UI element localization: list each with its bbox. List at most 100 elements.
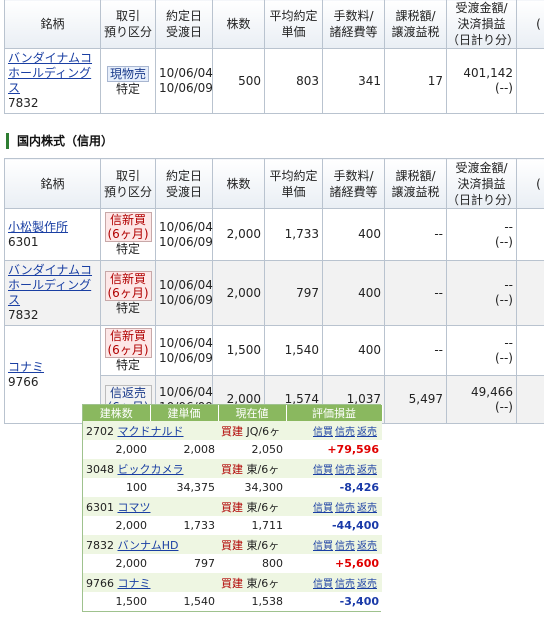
cash-tax: 17 <box>384 48 447 114</box>
margin-buy-link[interactable]: 信買 <box>313 503 333 514</box>
positions-popup: 建株数 建単価 現在値 評価損益 2702 マクドナルド 買建 JQ/6ヶ 信買 信売… <box>82 404 383 612</box>
position-code: 7832 <box>86 538 114 552</box>
margin-date-cell: 10/06/0410/06/09 <box>155 260 213 326</box>
margin-qty: 2,000 <box>212 208 265 261</box>
header-date: 約定日 受渡日 <box>155 0 213 49</box>
margin-extra <box>516 208 544 261</box>
position-action-cell: 買建 東/6ヶ <box>218 459 286 478</box>
position-stock-link[interactable]: マクドナルド <box>118 425 184 438</box>
stock-code: 7832 <box>8 96 39 110</box>
margin-tax: 5,497 <box>384 375 447 424</box>
cash-type-cell: 現物売 特定 <box>100 48 156 114</box>
position-qty: 2,000 <box>83 554 150 573</box>
position-cost: 797 <box>150 554 218 573</box>
position-current: 1,538 <box>218 592 286 611</box>
trade-type-badge: 信新買 (6ヶ月) <box>104 212 152 242</box>
cash-name-cell: バンダイナムコ ホールディングス 7832 <box>4 48 101 114</box>
position-pl: -8,426 <box>286 478 382 497</box>
header-kind: 取引 預り区分 <box>100 0 156 49</box>
position-ops-cell: 信買 信売 返売 <box>286 421 382 440</box>
position-name-row: 6301 コマツ 買建 東/6ヶ 信買 信売 返売 <box>83 497 382 516</box>
margin-tax: -- <box>384 260 447 326</box>
position-stock-link[interactable]: コナミ <box>118 577 151 590</box>
close-sell-link[interactable]: 返売 <box>357 427 377 438</box>
position-qty: 2,000 <box>83 440 150 459</box>
position-market: 東/6ヶ <box>246 576 280 590</box>
margin-tax: -- <box>384 325 447 376</box>
position-pl: -44,400 <box>286 516 382 535</box>
position-current: 1,711 <box>218 516 286 535</box>
margin-sell-link[interactable]: 信売 <box>335 427 355 438</box>
margin-type-cell: 信新買 (6ヶ月) 特定 <box>100 325 156 376</box>
positions-header-pl: 評価損益 <box>286 405 383 421</box>
margin-qty: 1,500 <box>212 325 265 376</box>
position-action: 買建 <box>221 538 243 552</box>
cash-header-row: 銘柄 取引 預り区分 約定日 受渡日 株数 平均約定 単価 手数料/諸経費等 課税額/… <box>4 0 544 49</box>
margin-sell-link[interactable]: 信売 <box>335 541 355 552</box>
position-name-row: 9766 コナミ 買建 東/6ヶ 信買 信売 返売 <box>83 573 382 592</box>
stock-link[interactable]: コナミ <box>8 360 97 375</box>
cash-fee: 341 <box>322 48 385 114</box>
margin-sell-link[interactable]: 信売 <box>335 503 355 514</box>
header-tax: 課税額/譲渡益税 <box>384 158 447 209</box>
header-extra: ( <box>516 0 544 49</box>
margin-row: バンダイナムコ ホールディングス 7832 信新買 (6ヶ月) 特定 10/06/… <box>4 260 544 326</box>
position-current: 2,050 <box>218 440 286 459</box>
stock-link[interactable]: ホールディングス <box>8 278 97 308</box>
position-name-cell: 3048 ビックカメラ <box>83 459 218 478</box>
close-sell-link[interactable]: 返売 <box>357 503 377 514</box>
cash-trades-table: 銘柄 取引 預り区分 約定日 受渡日 株数 平均約定 単価 手数料/諸経費等 課税額/… <box>4 0 544 114</box>
position-code: 6301 <box>86 500 114 514</box>
position-action: 買建 <box>221 576 243 590</box>
margin-fee: 400 <box>322 325 385 376</box>
position-qty: 100 <box>83 478 150 497</box>
stock-link[interactable]: 小松製作所 <box>8 220 97 235</box>
position-qty: 2,000 <box>83 516 150 535</box>
position-market: 東/6ヶ <box>246 538 280 552</box>
stock-link[interactable]: ホールディングス <box>8 66 97 96</box>
position-action-cell: 買建 JQ/6ヶ <box>218 421 286 440</box>
account-type: 特定 <box>115 358 140 372</box>
margin-row: コナミ 9766 信新買 (6ヶ月) 特定 10/06/04 10/06/09 1,… <box>4 325 544 424</box>
margin-fee: 400 <box>322 208 385 261</box>
account-type: 特定 <box>115 242 140 256</box>
position-stock-link[interactable]: コマツ <box>118 501 151 514</box>
position-value-row: 2,000 797 800 +5,600 <box>83 554 382 573</box>
margin-sell-link[interactable]: 信売 <box>335 579 355 590</box>
margin-extra <box>516 325 544 376</box>
position-name-cell: 2702 マクドナルド <box>83 421 218 440</box>
margin-buy-link[interactable]: 信買 <box>313 541 333 552</box>
margin-trades-table: 銘柄 取引 預り区分 約定日 受渡日 株数 平均約定 単価 手数料/諸経費等 課税額/… <box>4 158 544 424</box>
close-sell-link[interactable]: 返売 <box>357 465 377 476</box>
position-action-cell: 買建 東/6ヶ <box>218 497 286 516</box>
position-name-cell: 7832 バンナムHD <box>83 535 218 554</box>
margin-buy-link[interactable]: 信買 <box>313 427 333 438</box>
margin-buy-link[interactable]: 信買 <box>313 579 333 590</box>
account-type: 特定 <box>115 300 140 315</box>
stock-link[interactable]: バンダイナムコ <box>8 51 97 66</box>
position-market: JQ/6ヶ <box>246 424 281 438</box>
close-sell-link[interactable]: 返売 <box>357 541 377 552</box>
trade-type-badge: 信新買 (6ヶ月) <box>104 270 152 301</box>
position-stock-link[interactable]: ビックカメラ <box>118 463 184 476</box>
margin-extra <box>516 260 544 326</box>
margin-sell-link[interactable]: 信売 <box>335 465 355 476</box>
position-ops-cell: 信買 信売 返売 <box>286 573 382 592</box>
header-price: 平均約定 単価 <box>264 0 323 49</box>
positions-header-qty: 建株数 <box>83 405 151 421</box>
position-name-row: 2702 マクドナルド 買建 JQ/6ヶ 信買 信売 返売 <box>83 421 382 440</box>
account-type: 特定 <box>115 81 140 96</box>
positions-header: 建株数 建単価 現在値 評価損益 <box>83 405 383 421</box>
stock-link[interactable]: バンダイナムコ <box>8 263 97 278</box>
position-action-cell: 買建 東/6ヶ <box>218 535 286 554</box>
position-current: 800 <box>218 554 286 573</box>
header-qty: 株数 <box>212 0 265 49</box>
close-sell-link[interactable]: 返売 <box>357 579 377 590</box>
position-stock-link[interactable]: バンナムHD <box>118 539 179 552</box>
header-qty: 株数 <box>212 158 265 209</box>
position-ops-cell: 信買 信売 返売 <box>286 497 382 516</box>
margin-buy-link[interactable]: 信買 <box>313 465 333 476</box>
positions-header-cost: 建単価 <box>150 405 219 421</box>
cash-qty: 500 <box>212 48 265 114</box>
position-cost: 1,733 <box>150 516 218 535</box>
